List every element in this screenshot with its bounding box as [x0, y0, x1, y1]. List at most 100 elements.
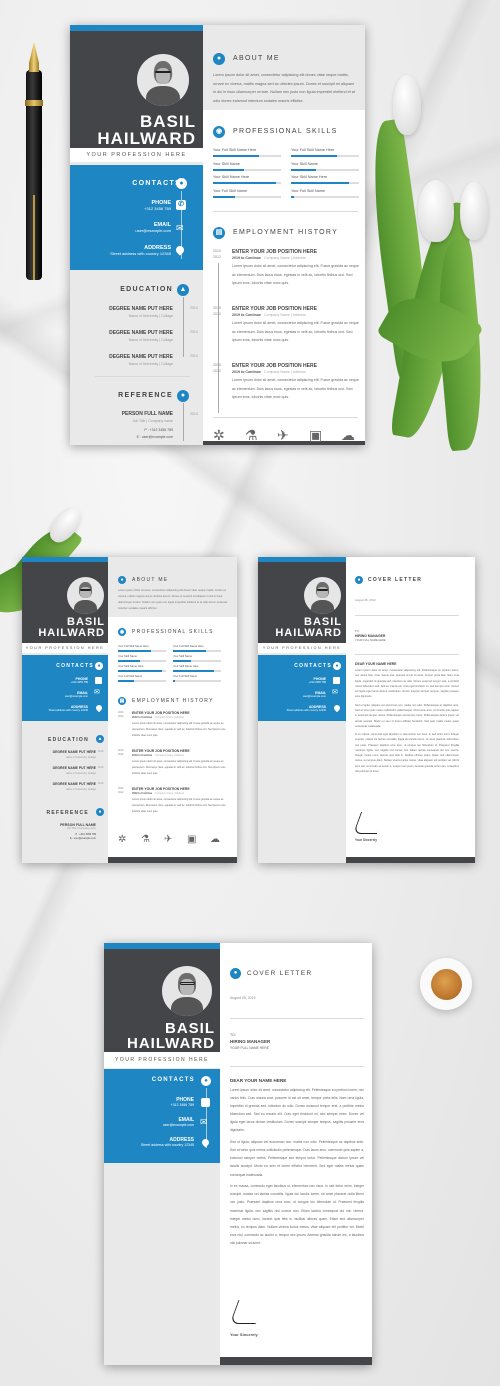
reference-email: E : user@example.com — [136, 435, 173, 439]
signature — [229, 1300, 265, 1324]
phone-value: +312 3456 789 — [70, 681, 88, 684]
education-year: 2010 — [98, 750, 104, 753]
skill-name: Your Full Skill Name — [213, 188, 248, 193]
about-text: Lorem ipsum dolor sit amet, consectetur … — [213, 73, 356, 103]
skill-name: Your Full Skill Name Here — [213, 148, 257, 152]
job-description: Lorem ipsum dolor sit amet, consectetur … — [232, 264, 359, 285]
contacts-panel: CONTACTS ● PHONE +312 3456 789 EMAIL user@… — [104, 1069, 220, 1163]
job-position: ENTER YOUR JOB POSITION HERE — [232, 249, 317, 255]
signature — [352, 812, 386, 834]
recipient-sub: YOUR FULL NAME HERE — [355, 639, 386, 642]
email-icon: ✉ — [332, 689, 338, 696]
phone-icon — [333, 677, 340, 684]
email-value: user@example.com — [302, 695, 326, 698]
cover-title: COVER LETTER — [247, 970, 313, 977]
recipient-sub: YOUR FULL NAME HERE — [230, 1046, 269, 1050]
last-name: HAILWARD — [275, 627, 342, 639]
school-name: Name of University | Collage — [65, 772, 96, 775]
skill-name: Your Full Skill Name Here — [291, 148, 335, 152]
first-name: BASIL — [165, 1020, 215, 1037]
skill-name: Your Skill Name Here — [213, 175, 250, 179]
skill-name: Your Skill Name Here — [291, 175, 328, 179]
education-item: DEGREE NAME PUT HERE Name of University |… — [109, 354, 173, 366]
job-company: Company Name | Address — [263, 256, 306, 260]
cloud-server-icon: ☁ — [210, 834, 220, 845]
reference-title: REFERENCE — [118, 392, 173, 399]
to-label: TO: — [355, 629, 360, 633]
profession: YOUR PROFESSION HERE — [70, 148, 203, 162]
job-end-year: 2012 — [118, 791, 124, 795]
skill-bar-fill — [173, 660, 191, 662]
job-company: Company Name | Address — [263, 313, 306, 317]
location-pin-icon — [332, 703, 342, 713]
skill-bar — [173, 660, 221, 662]
last-name: HAILWARD — [127, 1035, 215, 1052]
address-value: Street address with country 12345 — [110, 251, 171, 256]
profile-photo — [67, 577, 104, 614]
job-period: 2019 to Continue — [132, 716, 153, 719]
skill-name: Your Skill Name Here — [118, 665, 144, 668]
skill-bar-fill — [213, 182, 276, 184]
cover-paragraph: Lorem ipsum dolor sit amet, consectetur … — [355, 669, 459, 699]
job-end-year: 2012 — [118, 715, 124, 719]
skill-bar-fill — [118, 660, 140, 662]
employment-item: ENTER YOUR JOB POSITION HERE 2019 to Cont… — [232, 249, 360, 288]
laptop-icon: ▣ — [187, 834, 197, 845]
job-period: 2019 to Continue — [232, 256, 261, 260]
skill-name: Your Skill Name — [173, 655, 193, 658]
address-value: Street address with country 12345 — [48, 709, 88, 712]
employment-briefcase-icon: ▤ — [118, 697, 126, 705]
cover-letter-preview-large: BASIL HAILWARD YOUR PROFESSION HERE CONT… — [104, 943, 372, 1365]
job-position: ENTER YOUR JOB POSITION HERE — [132, 787, 190, 791]
recipient: HIRING MANAGER — [355, 634, 386, 638]
education-title: EDUCATION — [47, 737, 89, 743]
phone-value: +312 3456 789 — [170, 1103, 194, 1107]
job-end-year: 2012 — [213, 255, 221, 260]
contacts-title: CONTACTS — [294, 663, 332, 669]
email-icon: ✉ — [176, 223, 184, 233]
cloud-server-icon: ☁ — [341, 427, 355, 443]
skill-bar-fill — [291, 182, 349, 184]
job-start-year: 2010 — [213, 306, 221, 310]
graduation-cap-icon: ▲ — [177, 284, 189, 296]
resume-preview-large: BASIL HAILWARD YOUR PROFESSION HERE CONT… — [70, 25, 365, 445]
skill-bar-fill — [173, 680, 176, 682]
about-text: Lorem ipsum dolor sit amet, consectetur … — [118, 589, 227, 610]
rocket-icon: ✈ — [164, 834, 173, 845]
job-period: 2019 to Continue — [232, 370, 261, 374]
job-start-year: 2010 — [118, 749, 124, 752]
address-value: Street address with country 12345 — [140, 1143, 194, 1147]
education-item: DEGREE NAME PUT HERE Name of University |… — [109, 330, 173, 342]
skill-bar — [213, 168, 281, 171]
contact-user-icon: ● — [333, 662, 341, 670]
skill-bar — [291, 182, 359, 184]
phone-icon — [95, 677, 102, 684]
skills-title: PROFESSIONAL SKILLS — [233, 128, 338, 135]
laptop-icon: ▣ — [309, 427, 323, 443]
email-icon: ✉ — [94, 689, 100, 696]
resume-preview-small: BASIL HAILWARD YOUR PROFESSION HERE CONT… — [22, 557, 237, 863]
satellite-icon: ✲ — [118, 834, 127, 845]
degree-name: DEGREE NAME PUT HERE — [109, 306, 173, 312]
employment-title: EMPLOYMENT HISTORY — [233, 229, 339, 236]
skill-bar-fill — [291, 168, 317, 171]
profile-photo — [137, 54, 189, 106]
school-name: Name of University | Collage — [65, 788, 96, 791]
reference-email: E : user@example.com — [69, 837, 96, 840]
cover-paragraph: Sed ut ligula, aliquam vel accumsan non,… — [355, 703, 459, 728]
employment-item: ENTER YOUR JOB POSITION HERE 2019 to Cont… — [132, 711, 230, 739]
contacts-title: CONTACTS — [56, 663, 94, 669]
contacts-panel: CONTACTS ● PHONE +312 3456 789 ✆ EMAIL u… — [70, 165, 203, 270]
job-description: Lorem ipsum dolor sit amet, consectetur … — [132, 798, 227, 813]
employment-item: ENTER YOUR JOB POSITION HERE 2019 to Cont… — [232, 306, 360, 345]
skill-bar — [213, 195, 281, 198]
education-year: 2010 — [190, 306, 198, 310]
job-period: 2019 to Continue — [132, 792, 153, 795]
contacts-panel: CONTACTS ● PHONE +312 3456 789 EMAIL user@… — [258, 655, 346, 721]
job-position: ENTER YOUR JOB POSITION HERE — [232, 306, 317, 312]
job-position: ENTER YOUR JOB POSITION HERE — [132, 749, 190, 753]
skill-name: Your Full Skill Name — [118, 675, 143, 678]
school-name: Name of University | Collage — [128, 314, 173, 318]
job-end-year: 2012 — [213, 369, 221, 374]
about-title: ABOUT ME — [132, 577, 169, 583]
